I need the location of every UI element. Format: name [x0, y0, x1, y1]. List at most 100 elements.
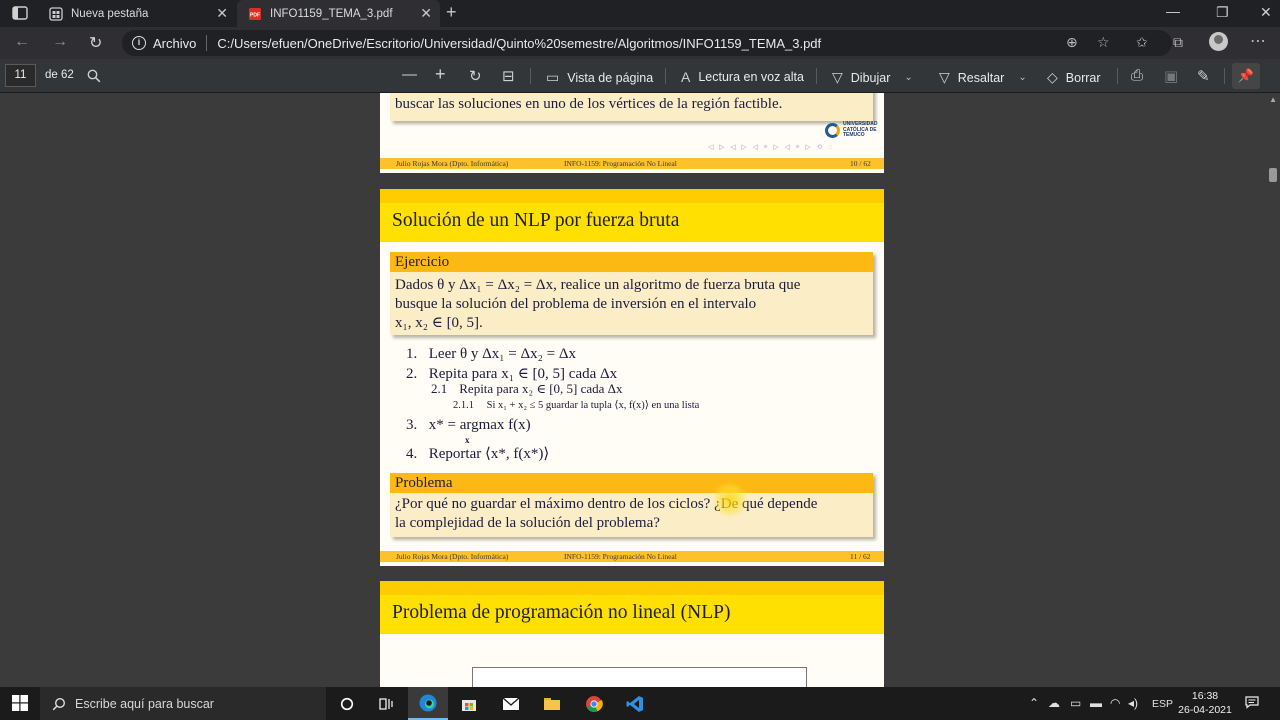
scroll-up-arrow-icon[interactable]: ▲ — [1269, 95, 1277, 104]
tab-pdf-document[interactable]: PDF INFO1159_TEMA_3.pdf ✕ — [237, 0, 440, 27]
step-4: 4. Reportar ⟨x*, f(x*)⟩ — [406, 446, 550, 462]
step-2-1: 2.1 Repita para x₂ ∈ [0, 5] cada Δx — [431, 381, 623, 396]
eraser-icon: ◇ — [1047, 69, 1058, 85]
url-text[interactable]: C:/Users/efuen/OneDrive/Escritorio/Unive… — [217, 36, 821, 51]
figure-frame — [472, 667, 807, 687]
exercise-block: Ejercicio Dados θ y Δx₁ = Δx₂ = Δx, real… — [390, 252, 873, 335]
taskbar-search-input[interactable]: Escribe aquí para buscar — [40, 687, 326, 720]
battery-icon[interactable]: ▬ — [1090, 696, 1102, 710]
mail-icon[interactable] — [491, 687, 531, 720]
block-remainder: buscar las soluciones en uno de los vért… — [390, 93, 873, 121]
draw-pen-icon: ▽ — [832, 69, 843, 85]
url-field[interactable]: i Archivo C:/Users/efuen/OneDrive/Escrit… — [122, 30, 1172, 56]
chevron-down-icon[interactable]: ⌄ — [1018, 72, 1026, 83]
new-tab-page-icon — [49, 6, 63, 21]
tab-label: INFO1159_TEMA_3.pdf — [270, 7, 393, 20]
info-icon[interactable]: i — [132, 36, 146, 50]
chevron-down-icon[interactable]: ⌄ — [904, 72, 912, 83]
close-tab-icon[interactable]: ✕ — [216, 5, 228, 22]
wifi-icon[interactable]: ◠ — [1110, 696, 1120, 710]
vscode-icon[interactable] — [615, 687, 655, 720]
erase-button[interactable]: ◇ Borrar — [1047, 69, 1101, 86]
network-icon[interactable]: ▭ — [1070, 696, 1081, 710]
system-clock[interactable]: 16:38 26-04-2021 — [1170, 689, 1240, 717]
microsoft-store-icon[interactable] — [449, 687, 489, 720]
divider — [530, 68, 531, 84]
notifications-icon[interactable] — [1245, 695, 1259, 709]
save-as-icon[interactable]: ✎ — [1197, 67, 1210, 85]
windows-start-icon[interactable] — [12, 695, 28, 711]
profile-avatar[interactable] — [1209, 32, 1228, 51]
collections-icon[interactable]: ⧉ — [1173, 34, 1183, 51]
close-tab-icon[interactable]: ✕ — [420, 5, 432, 22]
divider — [206, 35, 208, 51]
tab-new-tab[interactable]: Nueva pestaña ✕ — [38, 0, 236, 27]
print-icon[interactable]: ⎙ — [1131, 67, 1143, 84]
pdf-page-next: Problema de programación no lineal (NLP) — [380, 581, 884, 687]
problem-block: Problema ¿Por qué no guardar el máximo d… — [390, 473, 873, 537]
save-icon: ▣ — [1164, 68, 1179, 85]
page-view-icon: ▭ — [546, 69, 560, 85]
chrome-icon[interactable] — [574, 687, 614, 720]
site-info-label: Archivo — [153, 35, 197, 51]
window-menu-icon[interactable] — [12, 6, 28, 20]
fit-page-icon[interactable]: ⊟ — [502, 67, 515, 85]
cursor-highlight — [712, 482, 748, 518]
page-number-input[interactable]: 11 — [5, 64, 36, 87]
maximize-icon[interactable]: ❐ — [1216, 4, 1229, 21]
scroll-thumb[interactable] — [1269, 168, 1277, 182]
windows-taskbar: Escribe aquí para buscar ⌃ ☁ ▭ ▬ ◠ ◂) ES… — [0, 687, 1280, 720]
forward-arrow-icon[interactable]: → — [52, 33, 68, 51]
pdf-page-previous: buscar las soluciones en uno de los vért… — [380, 93, 884, 173]
draw-label: Dibujar — [850, 70, 891, 85]
vertical-scrollbar[interactable]: ▲ — [1266, 93, 1280, 687]
frame-title-band: Problema de programación no lineal (NLP) — [380, 581, 884, 634]
address-bar-row: ← → ↻ i Archivo C:/Users/efuen/OneDrive/… — [0, 27, 1280, 59]
task-view-icon[interactable] — [367, 687, 407, 720]
erase-label: Borrar — [1065, 70, 1101, 85]
frame-title-band: Solución de un NLP por fuerza bruta — [380, 189, 884, 242]
zoom-icon[interactable]: ⊕ — [1066, 34, 1078, 51]
zoom-in-icon[interactable]: + — [435, 64, 446, 85]
page-view-button[interactable]: ▭ Vista de página — [546, 69, 653, 86]
page-footer: Julio Rojas Mora (Dpto. Informática) INF… — [380, 551, 884, 562]
favorites-icon[interactable]: ✩ — [1136, 34, 1148, 51]
read-aloud-icon: A — [681, 69, 691, 85]
exercise-heading: Ejercicio — [390, 252, 873, 272]
divider — [1117, 68, 1118, 84]
read-aloud-button[interactable]: A Lectura en voz alta — [681, 69, 804, 85]
search-icon — [52, 697, 66, 710]
highlighter-icon: ▽ — [939, 69, 950, 85]
zoom-out-icon[interactable]: — — [402, 66, 417, 83]
rotate-icon[interactable]: ↻ — [469, 67, 482, 85]
page-footer: Julio Rojas Mora (Dpto. Informática) INF… — [380, 158, 884, 169]
onedrive-cloud-icon[interactable]: ☁ — [1048, 696, 1060, 710]
back-arrow-icon[interactable]: ← — [14, 33, 30, 51]
frame-title: Solución de un NLP por fuerza bruta — [392, 210, 680, 231]
divider — [816, 68, 817, 84]
pin-toolbar-icon[interactable]: 📌 — [1232, 63, 1260, 89]
page-count: de 62 — [45, 69, 74, 81]
add-favorite-icon[interactable]: ☆ — [1097, 34, 1110, 51]
draw-button[interactable]: ▽ Dibujar ⌄ — [832, 69, 913, 86]
pdf-page-current: Solución de un NLP por fuerza bruta Ejer… — [380, 189, 884, 566]
pdf-viewer[interactable]: buscar las soluciones en uno de los vért… — [0, 93, 1280, 687]
more-menu-icon[interactable]: ⋯ — [1250, 31, 1266, 51]
close-window-icon[interactable]: ✕ — [1260, 4, 1272, 21]
problem-heading: Problema — [390, 473, 873, 493]
step-3: 3. x* = argmax f(x) — [406, 417, 531, 433]
show-hidden-icons-icon[interactable]: ⌃ — [1029, 696, 1039, 710]
highlight-button[interactable]: ▽ Resaltar ⌄ — [939, 69, 1027, 86]
page-view-label: Vista de página — [567, 70, 654, 85]
new-tab-plus-icon[interactable]: + — [446, 2, 457, 23]
volume-icon[interactable]: ◂) — [1128, 696, 1138, 710]
tab-label: Nueva pestaña — [71, 7, 149, 20]
cortana-icon[interactable] — [327, 687, 367, 720]
edge-browser-icon[interactable] — [408, 687, 448, 720]
beamer-navigation-icons: ◁ ▷ ◁ ▷ ◁ ≡ ▷ ◁ ≡ ▷ ⟲ ◌ — [708, 143, 835, 151]
search-icon[interactable] — [87, 69, 101, 83]
file-explorer-icon[interactable] — [532, 687, 572, 720]
minimize-icon[interactable]: — — [1166, 3, 1180, 19]
divider — [665, 68, 666, 84]
reload-icon[interactable]: ↻ — [89, 33, 102, 53]
